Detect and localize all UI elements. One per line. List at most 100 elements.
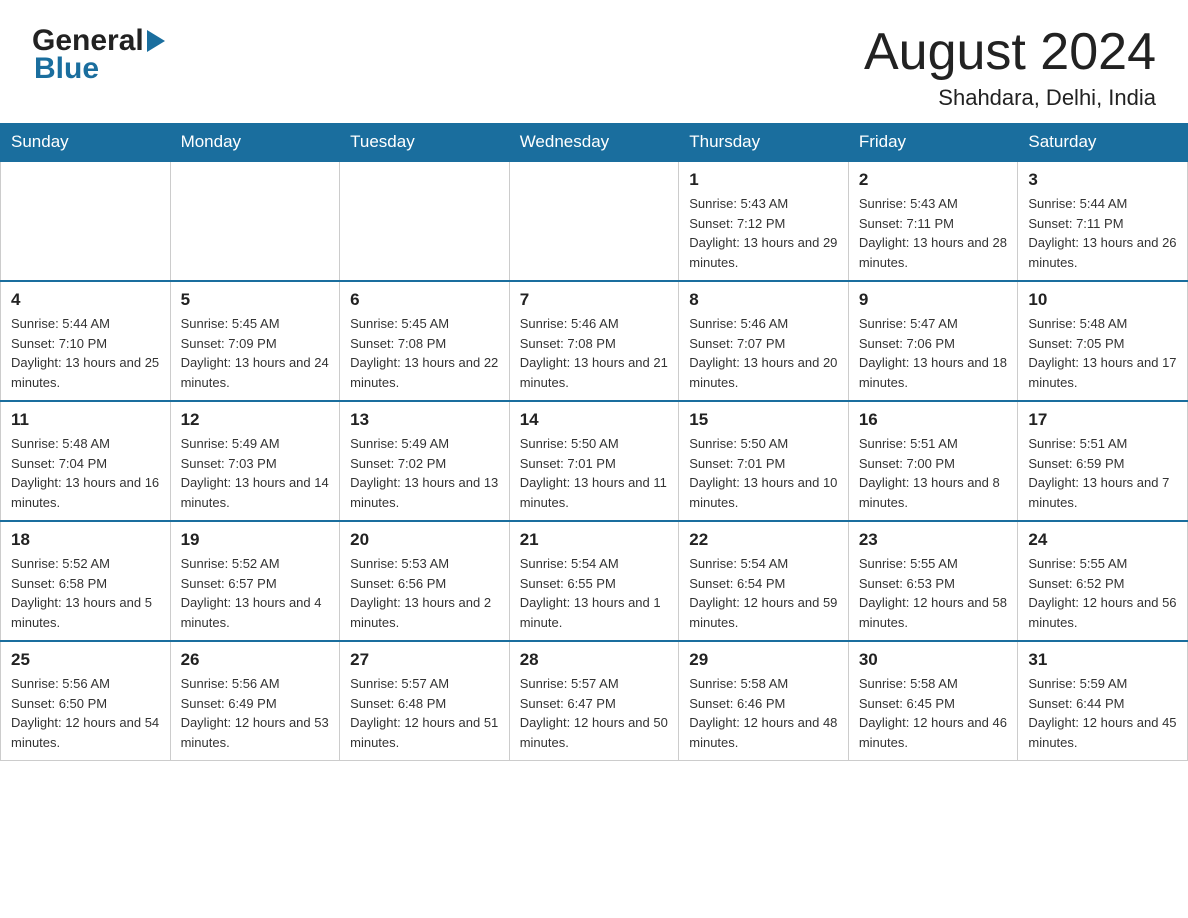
calendar-cell: 7 Sunrise: 5:46 AM Sunset: 7:08 PM Daylig… [509, 281, 679, 401]
day-number: 26 [181, 650, 330, 670]
page-header: General Blue August 2024 Shahdara, Delhi… [0, 0, 1188, 123]
day-info: Sunrise: 5:48 AM Sunset: 7:05 PM Dayligh… [1028, 314, 1177, 392]
day-header-tuesday: Tuesday [340, 124, 510, 162]
day-info: Sunrise: 5:46 AM Sunset: 7:08 PM Dayligh… [520, 314, 669, 392]
day-info: Sunrise: 5:43 AM Sunset: 7:11 PM Dayligh… [859, 194, 1008, 272]
calendar-header-row: SundayMondayTuesdayWednesdayThursdayFrid… [1, 124, 1188, 162]
calendar-cell: 12Sunrise: 5:49 AM Sunset: 7:03 PM Dayli… [170, 401, 340, 521]
calendar-week-row: 1 Sunrise: 5:43 AM Sunset: 7:12 PM Daylig… [1, 161, 1188, 281]
day-number: 19 [181, 530, 330, 550]
day-info: Sunrise: 5:45 AM Sunset: 7:08 PM Dayligh… [350, 314, 499, 392]
day-info: Sunrise: 5:49 AM Sunset: 7:02 PM Dayligh… [350, 434, 499, 512]
calendar-cell: 13 Sunrise: 5:49 AM Sunset: 7:02 PM Dayli… [340, 401, 510, 521]
day-number: 5 [181, 290, 330, 310]
calendar-cell: 15Sunrise: 5:50 AM Sunset: 7:01 PM Dayli… [679, 401, 849, 521]
day-number: 2 [859, 170, 1008, 190]
day-number: 13 [350, 410, 499, 430]
calendar-cell [1, 161, 171, 281]
calendar-week-row: 11 Sunrise: 5:48 AM Sunset: 7:04 PM Dayli… [1, 401, 1188, 521]
day-info: Sunrise: 5:55 AM Sunset: 6:52 PM Dayligh… [1028, 554, 1177, 632]
calendar-cell: 25 Sunrise: 5:56 AM Sunset: 6:50 PM Dayli… [1, 641, 171, 761]
day-number: 28 [520, 650, 669, 670]
calendar-cell [340, 161, 510, 281]
calendar-cell: 29 Sunrise: 5:58 AM Sunset: 6:46 PM Dayli… [679, 641, 849, 761]
day-header-thursday: Thursday [679, 124, 849, 162]
logo: General Blue [32, 24, 165, 86]
day-number: 22 [689, 530, 838, 550]
day-number: 7 [520, 290, 669, 310]
day-number: 30 [859, 650, 1008, 670]
day-info: Sunrise: 5:56 AM Sunset: 6:50 PM Dayligh… [11, 674, 160, 752]
day-info: Sunrise: 5:55 AM Sunset: 6:53 PM Dayligh… [859, 554, 1008, 632]
day-info: Sunrise: 5:50 AM Sunset: 7:01 PM Dayligh… [689, 434, 838, 512]
day-info: Sunrise: 5:47 AM Sunset: 7:06 PM Dayligh… [859, 314, 1008, 392]
day-info: Sunrise: 5:50 AM Sunset: 7:01 PM Dayligh… [520, 434, 669, 512]
calendar-cell: 30Sunrise: 5:58 AM Sunset: 6:45 PM Dayli… [848, 641, 1018, 761]
title-block: August 2024 Shahdara, Delhi, India [864, 24, 1156, 111]
day-header-wednesday: Wednesday [509, 124, 679, 162]
day-header-friday: Friday [848, 124, 1018, 162]
calendar-week-row: 18Sunrise: 5:52 AM Sunset: 6:58 PM Dayli… [1, 521, 1188, 641]
calendar-cell: 24 Sunrise: 5:55 AM Sunset: 6:52 PM Dayli… [1018, 521, 1188, 641]
day-info: Sunrise: 5:44 AM Sunset: 7:10 PM Dayligh… [11, 314, 160, 392]
calendar-cell: 20 Sunrise: 5:53 AM Sunset: 6:56 PM Dayli… [340, 521, 510, 641]
day-number: 3 [1028, 170, 1177, 190]
calendar-cell: 28Sunrise: 5:57 AM Sunset: 6:47 PM Dayli… [509, 641, 679, 761]
calendar-cell: 3 Sunrise: 5:44 AM Sunset: 7:11 PM Daylig… [1018, 161, 1188, 281]
day-info: Sunrise: 5:43 AM Sunset: 7:12 PM Dayligh… [689, 194, 838, 272]
day-number: 25 [11, 650, 160, 670]
calendar-cell [170, 161, 340, 281]
day-info: Sunrise: 5:45 AM Sunset: 7:09 PM Dayligh… [181, 314, 330, 392]
calendar-week-row: 4 Sunrise: 5:44 AM Sunset: 7:10 PM Daylig… [1, 281, 1188, 401]
day-number: 24 [1028, 530, 1177, 550]
day-info: Sunrise: 5:54 AM Sunset: 6:54 PM Dayligh… [689, 554, 838, 632]
calendar-cell: 6 Sunrise: 5:45 AM Sunset: 7:08 PM Daylig… [340, 281, 510, 401]
calendar-cell: 23Sunrise: 5:55 AM Sunset: 6:53 PM Dayli… [848, 521, 1018, 641]
day-number: 1 [689, 170, 838, 190]
day-number: 27 [350, 650, 499, 670]
day-info: Sunrise: 5:52 AM Sunset: 6:57 PM Dayligh… [181, 554, 330, 632]
logo-arrow-icon [147, 30, 165, 52]
day-info: Sunrise: 5:49 AM Sunset: 7:03 PM Dayligh… [181, 434, 330, 512]
calendar-cell: 4 Sunrise: 5:44 AM Sunset: 7:10 PM Daylig… [1, 281, 171, 401]
day-number: 8 [689, 290, 838, 310]
calendar-cell: 10 Sunrise: 5:48 AM Sunset: 7:05 PM Dayli… [1018, 281, 1188, 401]
calendar-cell: 18Sunrise: 5:52 AM Sunset: 6:58 PM Dayli… [1, 521, 171, 641]
day-info: Sunrise: 5:59 AM Sunset: 6:44 PM Dayligh… [1028, 674, 1177, 752]
day-number: 6 [350, 290, 499, 310]
day-number: 4 [11, 290, 160, 310]
calendar-week-row: 25 Sunrise: 5:56 AM Sunset: 6:50 PM Dayli… [1, 641, 1188, 761]
day-info: Sunrise: 5:48 AM Sunset: 7:04 PM Dayligh… [11, 434, 160, 512]
day-number: 20 [350, 530, 499, 550]
calendar-cell: 2 Sunrise: 5:43 AM Sunset: 7:11 PM Daylig… [848, 161, 1018, 281]
day-info: Sunrise: 5:57 AM Sunset: 6:48 PM Dayligh… [350, 674, 499, 752]
calendar-cell: 21Sunrise: 5:54 AM Sunset: 6:55 PM Dayli… [509, 521, 679, 641]
day-info: Sunrise: 5:46 AM Sunset: 7:07 PM Dayligh… [689, 314, 838, 392]
day-number: 21 [520, 530, 669, 550]
calendar-cell: 5 Sunrise: 5:45 AM Sunset: 7:09 PM Daylig… [170, 281, 340, 401]
day-header-saturday: Saturday [1018, 124, 1188, 162]
day-number: 29 [689, 650, 838, 670]
day-number: 17 [1028, 410, 1177, 430]
calendar-cell: 26 Sunrise: 5:56 AM Sunset: 6:49 PM Dayli… [170, 641, 340, 761]
day-number: 18 [11, 530, 160, 550]
day-number: 11 [11, 410, 160, 430]
day-info: Sunrise: 5:56 AM Sunset: 6:49 PM Dayligh… [181, 674, 330, 752]
calendar-cell: 8 Sunrise: 5:46 AM Sunset: 7:07 PM Daylig… [679, 281, 849, 401]
day-number: 14 [520, 410, 669, 430]
day-number: 10 [1028, 290, 1177, 310]
logo-blue-text: Blue [34, 52, 165, 86]
calendar-cell: 17Sunrise: 5:51 AM Sunset: 6:59 PM Dayli… [1018, 401, 1188, 521]
day-info: Sunrise: 5:51 AM Sunset: 7:00 PM Dayligh… [859, 434, 1008, 512]
calendar-cell [509, 161, 679, 281]
calendar-cell: 11 Sunrise: 5:48 AM Sunset: 7:04 PM Dayli… [1, 401, 171, 521]
day-info: Sunrise: 5:53 AM Sunset: 6:56 PM Dayligh… [350, 554, 499, 632]
month-title: August 2024 [864, 24, 1156, 81]
day-info: Sunrise: 5:44 AM Sunset: 7:11 PM Dayligh… [1028, 194, 1177, 272]
calendar-cell: 19 Sunrise: 5:52 AM Sunset: 6:57 PM Dayli… [170, 521, 340, 641]
day-number: 16 [859, 410, 1008, 430]
day-info: Sunrise: 5:58 AM Sunset: 6:46 PM Dayligh… [689, 674, 838, 752]
calendar-cell: 9 Sunrise: 5:47 AM Sunset: 7:06 PM Daylig… [848, 281, 1018, 401]
location: Shahdara, Delhi, India [864, 85, 1156, 111]
day-number: 9 [859, 290, 1008, 310]
